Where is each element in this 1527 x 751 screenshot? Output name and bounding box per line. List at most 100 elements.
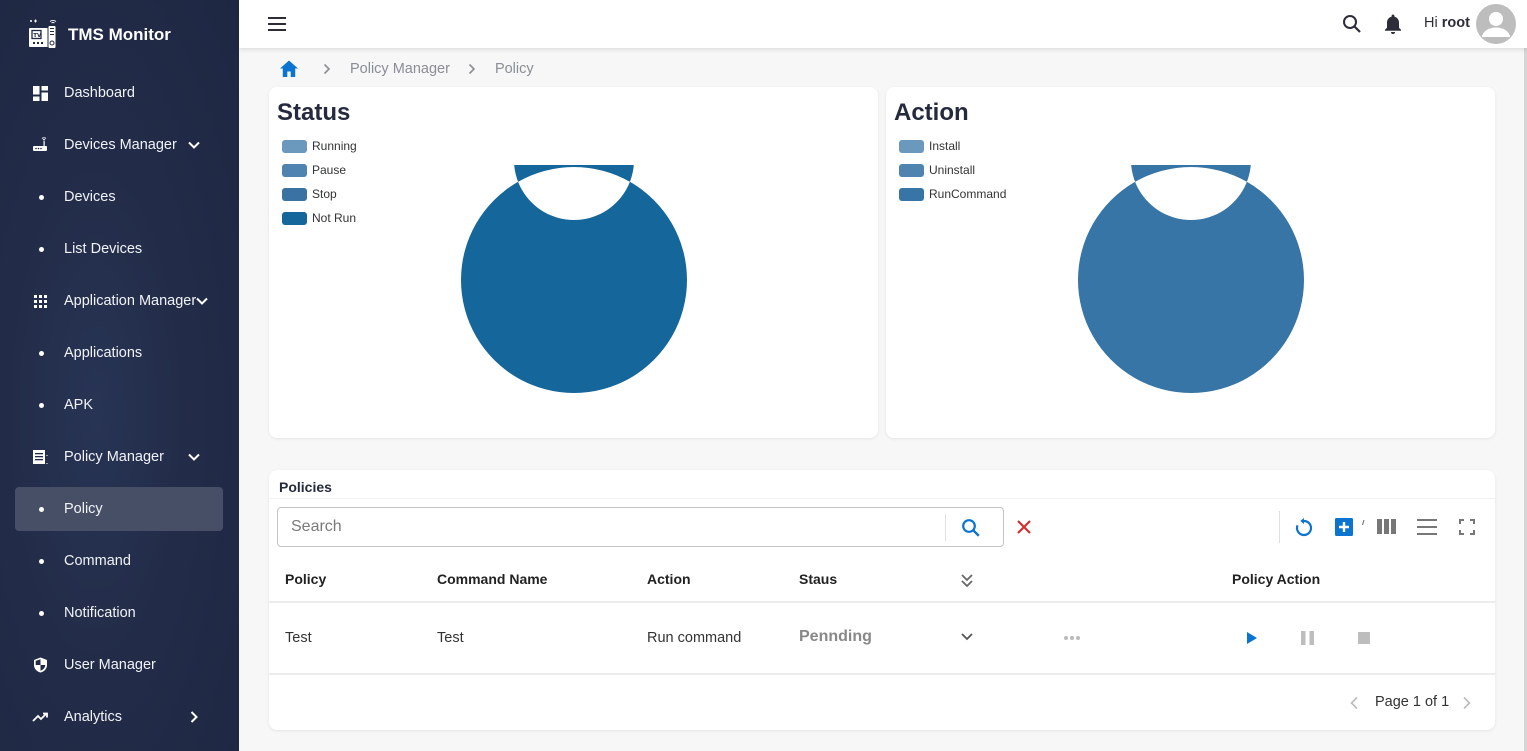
sidebar-item-label: APK bbox=[64, 397, 94, 413]
legend-swatch bbox=[282, 211, 307, 225]
legend-swatch bbox=[282, 139, 307, 153]
shield-icon bbox=[32, 657, 48, 673]
sidebar-item-notification[interactable]: Notification bbox=[15, 591, 223, 635]
divider bbox=[945, 514, 946, 541]
dashboard-icon bbox=[32, 85, 48, 101]
column-header-policy[interactable]: Policy bbox=[285, 571, 326, 587]
table-title: Policies bbox=[279, 479, 332, 495]
home-icon[interactable] bbox=[279, 59, 299, 79]
avatar[interactable] bbox=[1476, 4, 1516, 44]
sidebar: TV TMS Monitor Dashboard Devices Manager… bbox=[0, 0, 239, 751]
clear-search-icon[interactable] bbox=[1016, 519, 1032, 535]
legend-item[interactable]: Running bbox=[282, 134, 357, 158]
divider bbox=[269, 601, 1495, 603]
refresh-icon[interactable] bbox=[1294, 518, 1314, 538]
sidebar-item-label: Devices Manager bbox=[64, 137, 177, 153]
sidebar-item-label: Policy bbox=[64, 501, 103, 517]
legend-label: RunCommand bbox=[929, 187, 1007, 201]
legend-item[interactable]: Stop bbox=[282, 182, 357, 206]
apps-grid-icon bbox=[32, 293, 48, 309]
legend-label: Running bbox=[312, 139, 357, 153]
policies-table-card: Policies Policy Command Name Action Stau… bbox=[269, 470, 1495, 730]
sidebar-item-label: User Manager bbox=[64, 657, 156, 673]
chevron-down-icon bbox=[188, 141, 200, 149]
page-indicator: Page 1 of 1 bbox=[1375, 694, 1450, 710]
sidebar-item-list-devices[interactable]: List Devices bbox=[15, 227, 223, 271]
add-icon[interactable] bbox=[1334, 517, 1354, 537]
sidebar-item-analytics[interactable]: Analytics bbox=[15, 695, 223, 739]
pause-icon[interactable] bbox=[1301, 631, 1314, 645]
sidebar-item-apk[interactable]: APK bbox=[15, 383, 223, 427]
divider bbox=[269, 673, 1495, 675]
status-badge: Pennding bbox=[799, 628, 872, 645]
columns-icon[interactable] bbox=[1377, 518, 1396, 535]
fullscreen-icon[interactable] bbox=[1459, 519, 1475, 535]
legend-item[interactable]: Uninstall bbox=[899, 158, 1006, 182]
divider bbox=[1279, 511, 1280, 543]
legend-swatch bbox=[282, 163, 307, 177]
legend-item[interactable]: Install bbox=[899, 134, 1006, 158]
stop-icon[interactable] bbox=[1358, 632, 1370, 644]
legend-label: Install bbox=[929, 139, 961, 153]
chart-title: Action bbox=[894, 99, 969, 126]
column-header-command-name[interactable]: Command Name bbox=[437, 571, 547, 587]
breadcrumb-policy: Policy bbox=[494, 61, 534, 77]
sidebar-item-dashboard[interactable]: Dashboard bbox=[15, 71, 223, 115]
bullet-icon bbox=[39, 350, 44, 356]
legend-item[interactable]: RunCommand bbox=[899, 182, 1006, 206]
search-icon[interactable] bbox=[961, 518, 981, 538]
sidebar-item-policy[interactable]: Policy bbox=[15, 487, 223, 531]
divider bbox=[269, 498, 1495, 499]
bullet-icon bbox=[39, 402, 44, 408]
chevron-right-icon bbox=[468, 63, 476, 75]
trending-up-icon bbox=[32, 709, 48, 725]
legend-label: Pause bbox=[312, 163, 347, 177]
sidebar-item-policy-manager[interactable]: Policy Manager bbox=[15, 435, 223, 479]
more-options-icon[interactable] bbox=[1063, 635, 1081, 641]
chart-legend: Install Uninstall RunCommand bbox=[899, 134, 1006, 206]
sidebar-item-command[interactable]: Command bbox=[15, 539, 223, 583]
notification-bell-icon[interactable] bbox=[1383, 13, 1403, 35]
top-bar: Hi root bbox=[239, 0, 1527, 48]
sidebar-item-application-manager[interactable]: Application Manager bbox=[15, 279, 223, 323]
bullet-icon bbox=[39, 506, 44, 512]
previous-page-icon[interactable] bbox=[1349, 696, 1359, 710]
donut-slice-not-run[interactable] bbox=[461, 165, 687, 393]
legend-label: Stop bbox=[312, 187, 337, 201]
tv-remote-logo-icon: TV bbox=[29, 19, 57, 49]
sidebar-item-devices[interactable]: Devices bbox=[15, 175, 223, 219]
legend-label: Uninstall bbox=[929, 163, 976, 177]
search-input[interactable] bbox=[278, 508, 945, 546]
action-chart-card: Action Install Uninstall RunCommand bbox=[886, 87, 1495, 438]
bullet-icon bbox=[39, 558, 44, 564]
separator-mark-icon bbox=[1362, 520, 1365, 526]
chevron-down-icon[interactable] bbox=[960, 631, 974, 643]
cell-command-name: Test bbox=[437, 630, 464, 646]
menu-icon[interactable] bbox=[268, 17, 286, 31]
legend-item[interactable]: Not Run bbox=[282, 206, 357, 230]
bullet-icon bbox=[39, 194, 44, 200]
donut-slice-runcommand[interactable] bbox=[1078, 165, 1304, 393]
column-header-status[interactable]: Staus bbox=[799, 571, 837, 587]
column-header-action[interactable]: Action bbox=[647, 571, 691, 587]
expand-all-icon[interactable] bbox=[960, 573, 974, 589]
sidebar-item-user-manager[interactable]: User Manager bbox=[15, 643, 223, 687]
bullet-icon bbox=[39, 246, 44, 252]
sidebar-item-label: Devices bbox=[64, 189, 116, 205]
sidebar-item-label: Applications bbox=[64, 345, 143, 361]
legend-item[interactable]: Pause bbox=[282, 158, 357, 182]
search-icon[interactable] bbox=[1342, 14, 1362, 34]
svg-text:TV: TV bbox=[33, 33, 42, 39]
username: root bbox=[1441, 15, 1470, 31]
search-field bbox=[277, 507, 1004, 547]
brand[interactable]: TV TMS Monitor bbox=[28, 18, 171, 50]
status-donut-chart bbox=[461, 165, 687, 393]
density-icon[interactable] bbox=[1417, 518, 1437, 536]
sidebar-item-devices-manager[interactable]: Devices Manager bbox=[15, 123, 223, 167]
sidebar-item-applications[interactable]: Applications bbox=[15, 331, 223, 375]
play-icon[interactable] bbox=[1246, 631, 1258, 645]
legend-label: Not Run bbox=[312, 211, 357, 225]
breadcrumb-policy-manager[interactable]: Policy Manager bbox=[350, 61, 450, 77]
sidebar-item-label: Dashboard bbox=[64, 85, 135, 101]
next-page-icon[interactable] bbox=[1462, 696, 1472, 710]
